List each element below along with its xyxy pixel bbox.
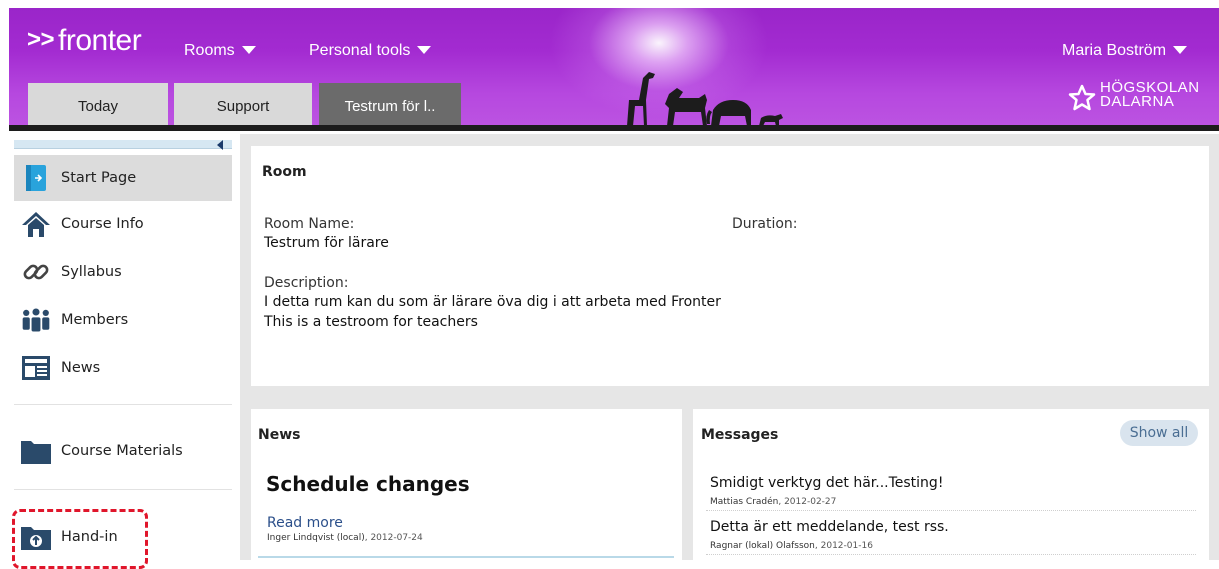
sidebar-item-label: Start Page (61, 170, 137, 186)
sidebar-item-label: Members (61, 312, 129, 328)
room-panel-title: Room (262, 164, 307, 180)
sidebar-item-syllabus[interactable]: Syllabus (14, 249, 232, 295)
news-date: , 2012-07-24 (364, 533, 423, 543)
app-header: >> fronter Rooms Personal tools Maria Bos… (9, 8, 1219, 131)
fronter-logo[interactable]: >> fronter (27, 24, 142, 58)
news-icon (20, 352, 52, 384)
news-panel-title: News (258, 427, 301, 443)
news-author: Inger Lindqvist (local) (267, 533, 365, 543)
message-item-title[interactable]: Smidigt verktyg det här...Testing! (710, 475, 943, 491)
star-logo-icon (1068, 84, 1096, 111)
message-meta: Ragnar (lokal) Olafsson, 2012-01-16 (710, 541, 873, 551)
personal-tools-menu[interactable]: Personal tools (309, 42, 432, 60)
sidebar-item-label: Course Info (61, 216, 144, 232)
user-menu[interactable]: Maria Boström (1062, 42, 1188, 60)
tab-support-label: Support (216, 98, 270, 115)
sidebar-item-label: Course Materials (61, 443, 183, 459)
house-icon (20, 208, 52, 240)
tab-testrum-label: Testrum för l.. (344, 98, 436, 115)
message-date: , 2012-01-16 (814, 541, 873, 551)
news-headline[interactable]: Schedule changes (266, 472, 470, 496)
sidebar-item-members[interactable]: Members (14, 297, 232, 343)
messages-panel-title: Messages (701, 427, 779, 443)
sidebar-item-news[interactable]: News (14, 345, 232, 391)
room-name-value: Testrum för lärare (264, 235, 389, 251)
room-name-label: Room Name: (264, 216, 355, 232)
rooms-menu-label: Rooms (184, 42, 235, 59)
message-separator (706, 510, 1196, 511)
tab-today-label: Today (77, 98, 119, 115)
sidebar-top-bar (14, 140, 232, 149)
news-item-underline (258, 556, 674, 558)
chevron-down-icon (417, 46, 432, 54)
personal-tools-label: Personal tools (309, 42, 411, 59)
sidebar-item-label: News (61, 360, 101, 376)
message-author: Mattias Cradén (710, 497, 779, 507)
message-item-title[interactable]: Detta är ett meddelande, test rss. (710, 519, 949, 535)
rooms-menu[interactable]: Rooms (184, 42, 256, 60)
chevron-down-icon (1173, 46, 1188, 54)
read-more-link[interactable]: Read more (267, 515, 343, 531)
sidebar-item-start-page[interactable]: Start Page (14, 155, 232, 201)
sidebar-item-course-info[interactable]: Course Info (14, 201, 232, 247)
tab-support[interactable]: Support (174, 83, 312, 131)
link-icon (20, 256, 52, 288)
news-meta: Inger Lindqvist (local), 2012-07-24 (267, 533, 423, 543)
sidebar-divider (14, 404, 232, 405)
show-all-button[interactable]: Show all (1120, 420, 1198, 446)
message-author: Ragnar (lokal) Olafsson (710, 541, 815, 551)
logo-text: fronter (58, 24, 142, 57)
folder-icon (20, 435, 52, 467)
chevron-down-icon (241, 46, 256, 54)
duration-label: Duration: (732, 216, 798, 232)
horizon-silhouette (9, 125, 1219, 131)
sidebar-item-label: Syllabus (61, 264, 122, 280)
description-line-2: This is a testroom for teachers (264, 314, 478, 330)
logo-arrows: >> (27, 26, 55, 53)
room-panel: Room Room Name: Testrum för lärare Durat… (251, 146, 1209, 386)
sidebar-item-course-materials[interactable]: Course Materials (14, 428, 232, 474)
members-icon (20, 304, 52, 336)
message-date: , 2012-02-27 (778, 497, 837, 507)
school-name-line2: DALARNA (1100, 93, 1175, 110)
tab-today[interactable]: Today (28, 83, 168, 131)
school-name: HÖGSKOLAN DALARNA (1100, 80, 1200, 110)
sidebar-divider (14, 489, 232, 490)
highlight-annotation (12, 509, 148, 569)
collapse-sidebar-icon[interactable] (217, 140, 223, 150)
description-line-1: I detta rum kan du som är lärare öva dig… (264, 294, 721, 310)
message-meta: Mattias Cradén, 2012-02-27 (710, 497, 836, 507)
tab-testrum[interactable]: Testrum för l.. (319, 83, 461, 131)
description-label: Description: (264, 275, 349, 291)
animals-silhouette-icon (627, 72, 783, 126)
user-name: Maria Boström (1062, 42, 1167, 59)
message-separator (706, 554, 1196, 555)
start-page-icon (20, 162, 52, 194)
